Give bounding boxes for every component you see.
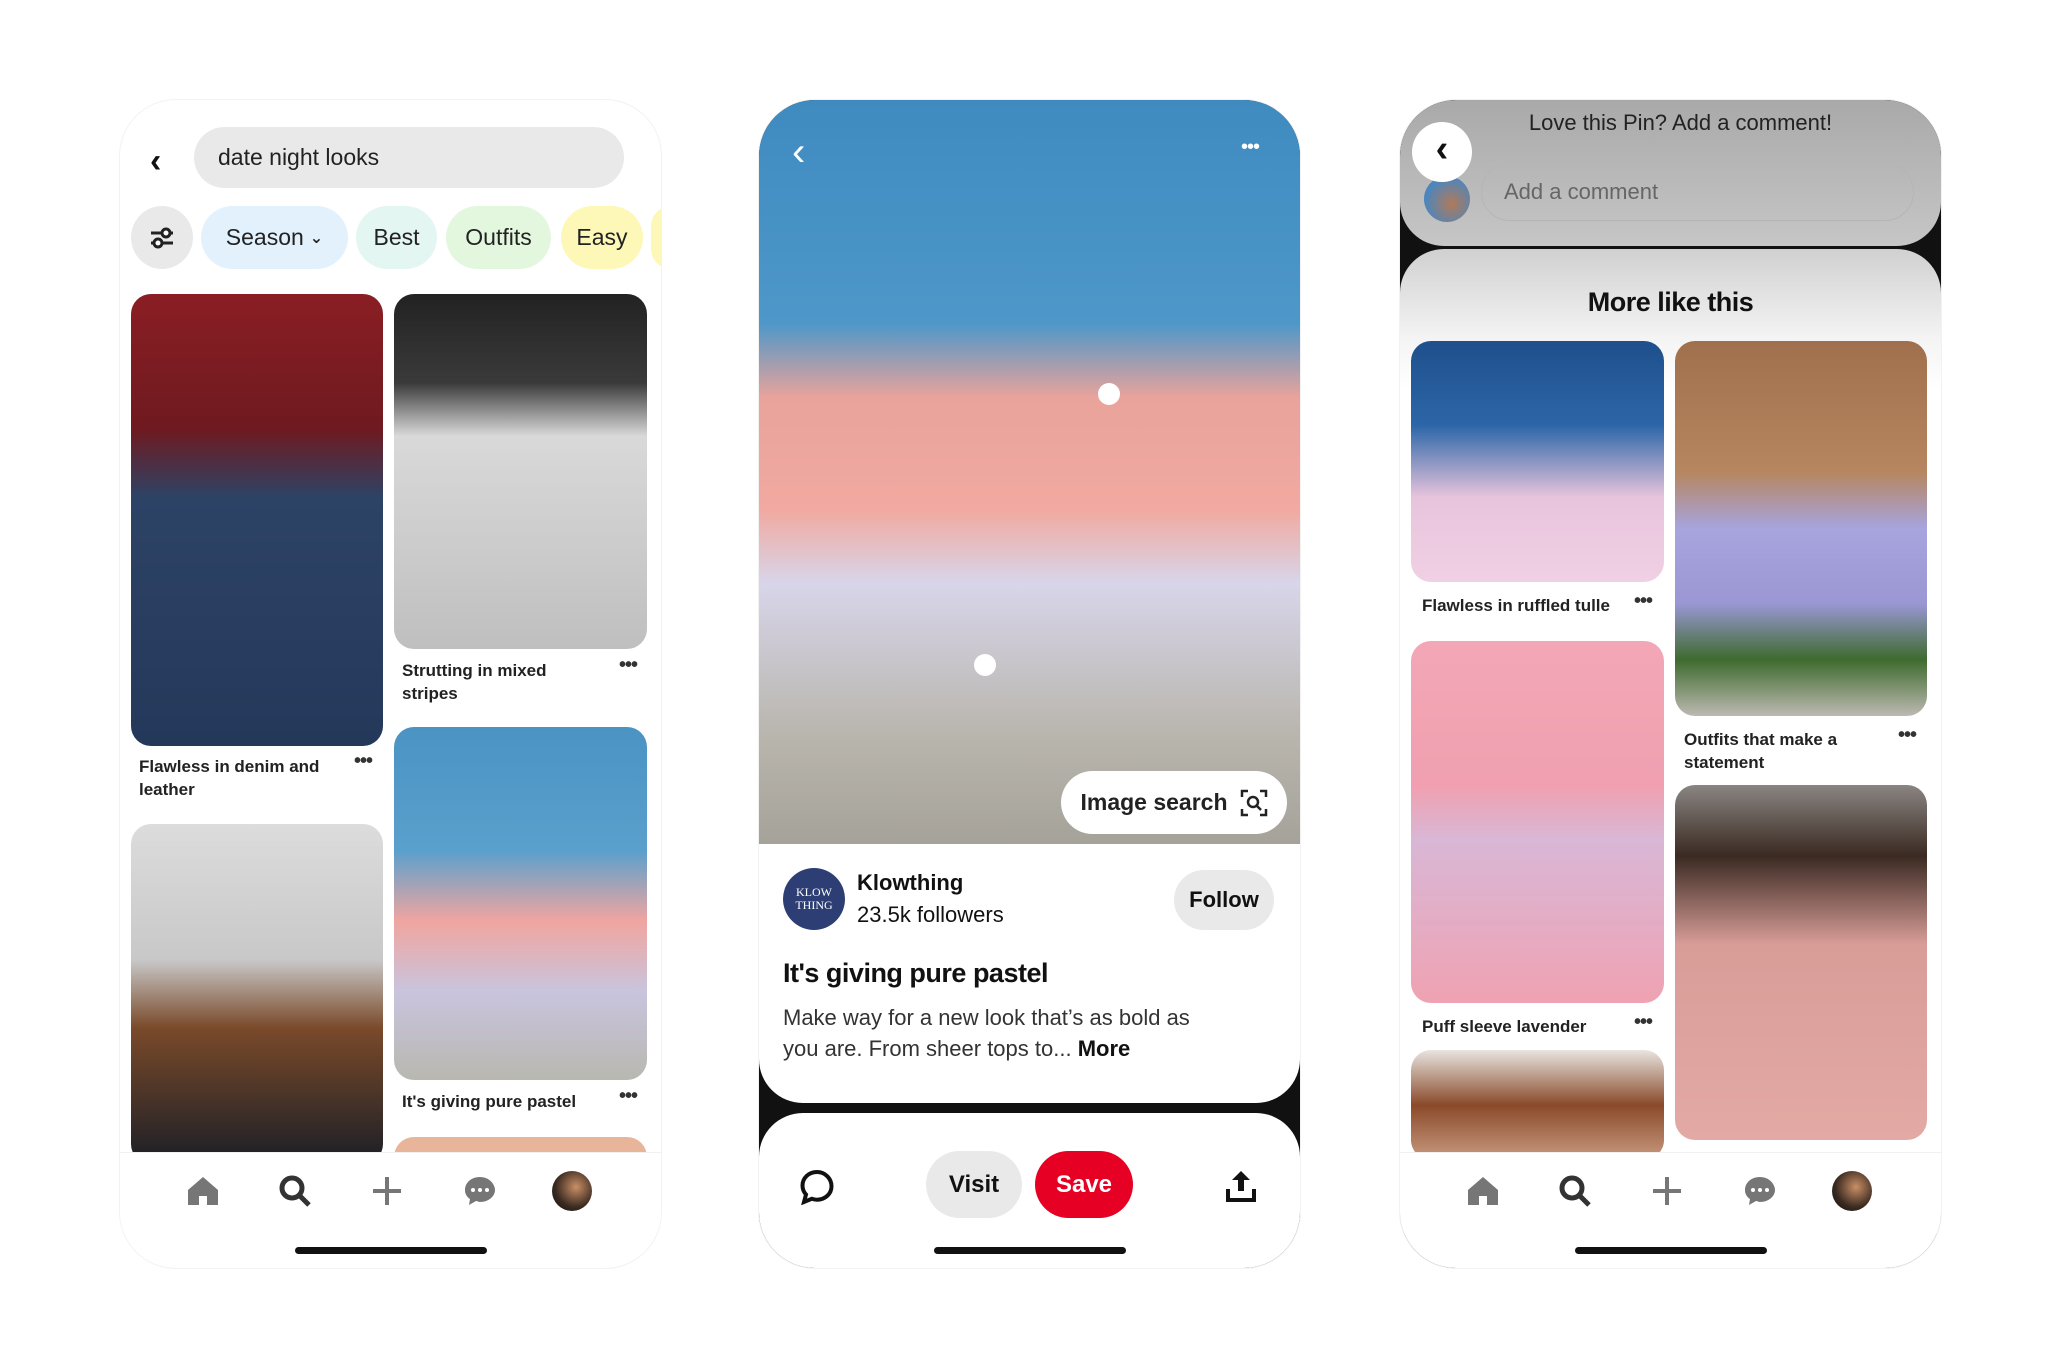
home-indicator: [933, 1247, 1126, 1254]
visit-button[interactable]: Visit: [926, 1151, 1022, 1218]
author-avatar[interactable]: KLOW THING: [783, 868, 845, 930]
plus-icon[interactable]: [367, 1171, 407, 1211]
share-icon[interactable]: [1225, 1169, 1257, 1203]
pin-title: It's giving pure pastel: [783, 958, 1048, 988]
product-hotspot[interactable]: [1098, 383, 1120, 405]
author-name[interactable]: Klowthing: [857, 870, 963, 896]
product-hotspot[interactable]: [974, 654, 996, 676]
pin-description: Make way for a new look that’s as bold a…: [783, 1002, 1223, 1064]
search-icon[interactable]: [275, 1171, 315, 1211]
chip-easy[interactable]: Easy: [561, 206, 643, 269]
home-indicator: [1574, 1247, 1767, 1254]
chevron-down-icon: ⌄: [309, 229, 324, 247]
more-like-this-screen: Love this Pin? Add a comment! Add a comm…: [1400, 100, 1941, 1268]
plus-icon[interactable]: [1647, 1171, 1687, 1211]
follower-count: 23.5k followers: [857, 902, 1004, 927]
pin-image[interactable]: [1411, 1050, 1664, 1160]
more-options-icon[interactable]: •••: [1241, 136, 1260, 159]
chip-best[interactable]: Best: [356, 206, 437, 269]
pin-details-card: KLOW THING Klowthing 23.5k followers Fol…: [759, 844, 1300, 1103]
back-button[interactable]: ‹: [1412, 122, 1472, 182]
home-icon[interactable]: [1463, 1171, 1503, 1211]
pin-image[interactable]: [131, 294, 383, 746]
pin-closeup-screen: ‹ ••• Image search KLOW THING Klowthing …: [759, 100, 1300, 1268]
chat-icon[interactable]: [460, 1171, 500, 1211]
chip-season[interactable]: Season ⌄: [201, 206, 348, 269]
follow-button[interactable]: Follow: [1174, 870, 1274, 930]
pin-image[interactable]: [1411, 341, 1664, 582]
section-title: More like this: [1587, 287, 1754, 317]
bottom-nav: [1400, 1152, 1941, 1234]
user-avatar: [1424, 176, 1470, 222]
home-icon[interactable]: [183, 1171, 223, 1211]
search-results-screen: ‹ date night looks Season ⌄ Best Outfits …: [120, 100, 661, 1268]
pin-options-icon[interactable]: •••: [619, 654, 638, 677]
pin-main-image[interactable]: [759, 100, 1300, 844]
home-indicator: [294, 1247, 487, 1254]
more-link[interactable]: More: [1078, 1036, 1131, 1061]
chip-label: Season: [225, 224, 304, 250]
profile-avatar[interactable]: [552, 1171, 592, 1211]
back-chevron-icon: ‹: [1435, 127, 1449, 170]
action-bar: Visit Save: [759, 1113, 1300, 1268]
chip-more[interactable]: [651, 206, 661, 269]
pin-image[interactable]: [1411, 641, 1664, 1003]
lens-scan-icon: [1240, 789, 1267, 816]
pin-caption: Strutting in mixed stripes: [402, 661, 547, 703]
search-icon[interactable]: [1555, 1171, 1595, 1211]
back-chevron-icon[interactable]: ‹: [150, 142, 161, 181]
pin-caption: Flawless in denim and leather: [139, 757, 320, 799]
image-search-label: Image search: [1080, 789, 1228, 815]
comment-icon[interactable]: [799, 1169, 835, 1205]
comment-input[interactable]: Add a comment: [1481, 163, 1914, 221]
back-chevron-icon[interactable]: ‹: [792, 130, 805, 175]
pin-options-icon[interactable]: •••: [354, 750, 373, 773]
comment-prompt: Love this Pin? Add a comment!: [1528, 110, 1833, 135]
pin-image[interactable]: [1675, 785, 1927, 1140]
sliders-icon: [151, 227, 173, 248]
pin-image[interactable]: [131, 824, 383, 1164]
pin-caption: It's giving pure pastel: [402, 1092, 577, 1111]
pin-image[interactable]: [394, 727, 647, 1080]
bottom-nav: [120, 1152, 661, 1234]
search-input[interactable]: date night looks: [194, 127, 624, 188]
pin-options-icon[interactable]: •••: [619, 1085, 638, 1108]
pin-caption: Outfits that make a statement: [1684, 730, 1838, 772]
pin-image[interactable]: [394, 294, 647, 649]
chat-icon[interactable]: [1740, 1171, 1780, 1211]
save-button[interactable]: Save: [1035, 1151, 1133, 1218]
profile-avatar[interactable]: [1832, 1171, 1872, 1211]
image-search-button[interactable]: Image search: [1061, 771, 1287, 834]
pin-caption: Flawless in ruffled tulle: [1422, 596, 1610, 615]
chip-outfits[interactable]: Outfits: [446, 206, 551, 269]
comment-card: Love this Pin? Add a comment! Add a comm…: [1400, 100, 1941, 246]
pin-options-icon[interactable]: •••: [1634, 1011, 1653, 1034]
avatar-logo-text: KLOW THING: [795, 885, 833, 912]
pin-image[interactable]: [1675, 341, 1927, 716]
filter-button[interactable]: [131, 206, 193, 269]
pin-options-icon[interactable]: •••: [1898, 724, 1917, 747]
pin-options-icon[interactable]: •••: [1634, 590, 1653, 613]
pin-caption: Puff sleeve lavender: [1422, 1017, 1587, 1036]
